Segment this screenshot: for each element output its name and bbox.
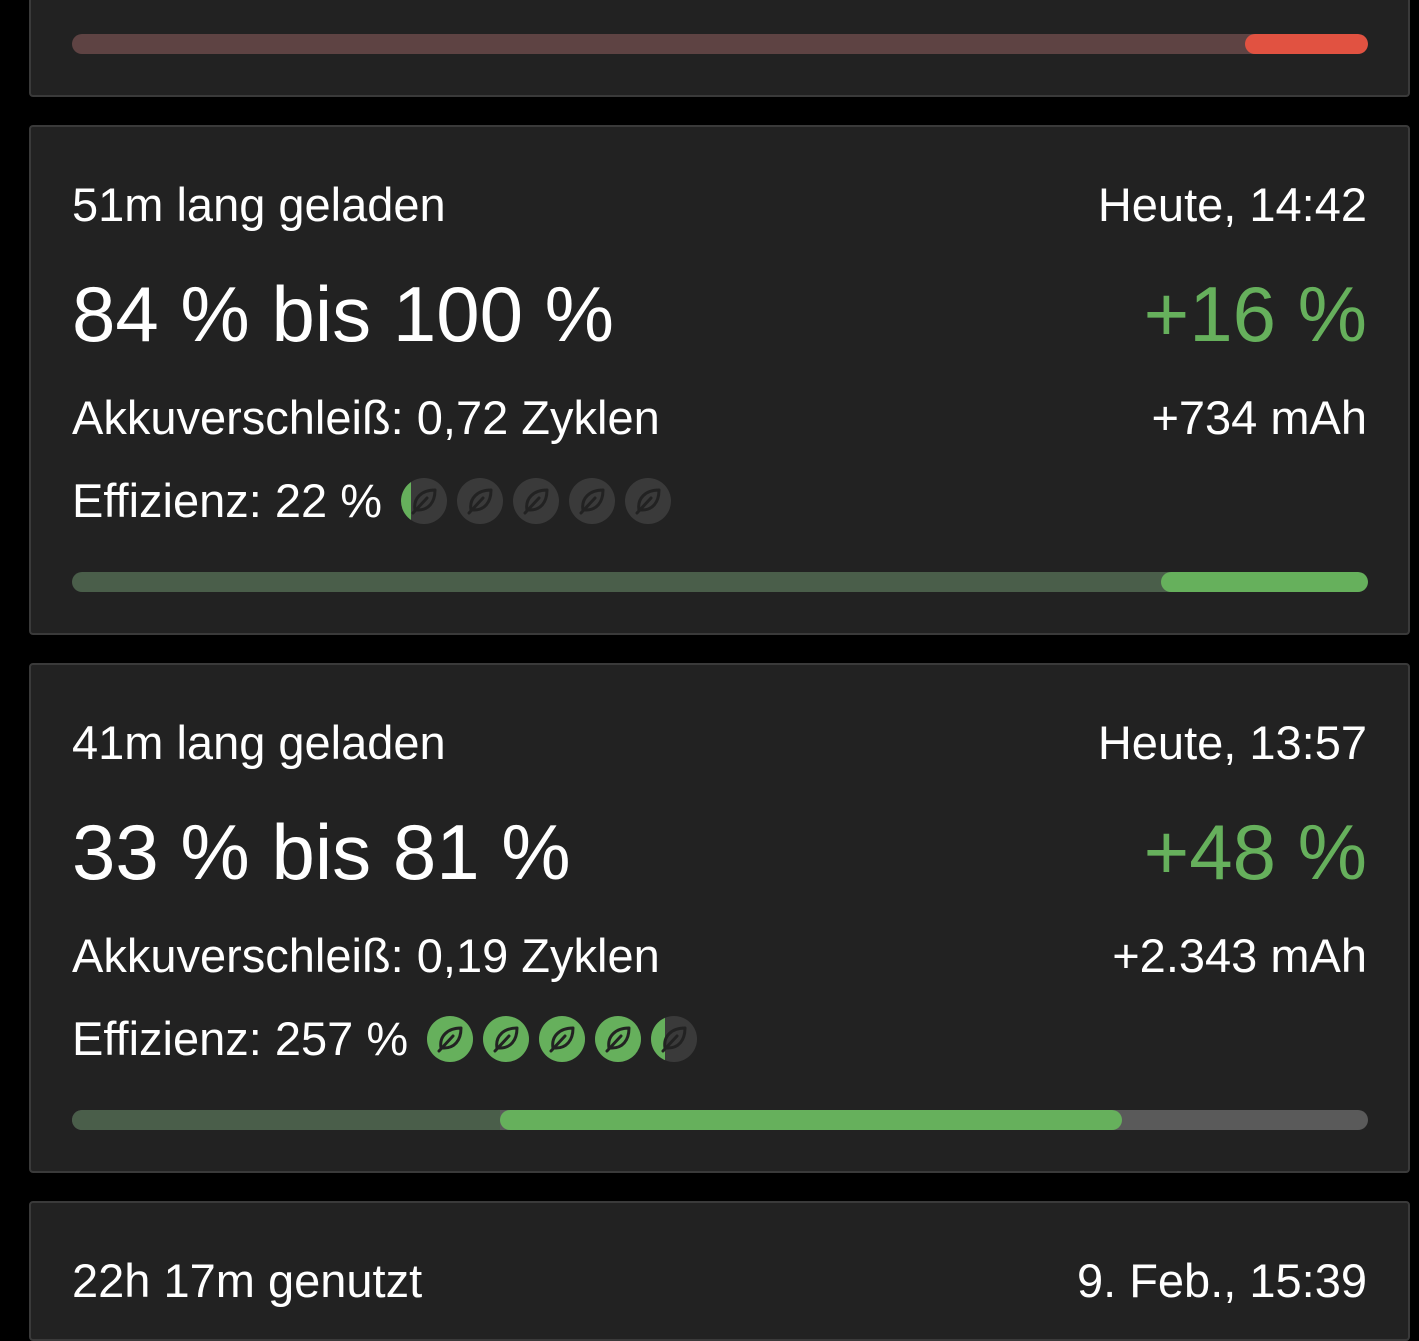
efficiency-label: Effizienz: 22 %: [72, 474, 383, 527]
card-header-row: 22h 17m genutzt 9. Feb., 15:39: [72, 1253, 1367, 1309]
leaf-icon: [427, 1016, 474, 1062]
charge-capacity: +2.343 mAh: [1112, 929, 1367, 982]
card-wear-row: Akkuverschleiß: 0,72 Zyklen +734 mAh: [72, 390, 1367, 446]
usage-duration: 22h 17m genutzt: [72, 1254, 423, 1307]
charge-duration: 51m lang geladen: [72, 178, 446, 231]
charge-bar-fill: [1160, 572, 1368, 592]
battery-wear: Akkuverschleiß: 0,72 Zyklen: [72, 391, 660, 444]
charge-capacity: +734 mAh: [1151, 391, 1367, 444]
card-wear-row: Akkuverschleiß: 0,19 Zyklen +2.343 mAh: [72, 928, 1367, 984]
charge-time: Heute, 14:42: [1097, 178, 1367, 231]
charge-range: 84 % bis 100 %: [72, 270, 615, 358]
charge-duration: 41m lang geladen: [72, 716, 446, 769]
card-header-row: 41m lang geladen Heute, 13:57: [72, 715, 1367, 771]
leaf-icon: [513, 478, 560, 524]
leaf-icon: [483, 1016, 530, 1062]
history-card-usage[interactable]: 22h 17m genutzt 9. Feb., 15:39: [29, 1201, 1410, 1341]
discharge-bar-highlight: [1244, 34, 1368, 54]
leaf-icon: [569, 478, 616, 524]
efficiency-row: Effizienz: 22 %: [72, 473, 672, 529]
charge-bar-before: [72, 1110, 500, 1130]
charge-delta: +16 %: [1143, 270, 1367, 358]
usage-time: 9. Feb., 15:39: [1076, 1254, 1367, 1307]
card-range-row: 84 % bis 100 % +16 %: [72, 269, 1367, 359]
charge-bar: [72, 1110, 1368, 1130]
card-header-row: 51m lang geladen Heute, 14:42: [72, 177, 1367, 233]
card-range-row: 33 % bis 81 % +48 %: [72, 807, 1367, 897]
efficiency-row: Effizienz: 257 %: [72, 1011, 698, 1067]
battery-wear: Akkuverschleiß: 0,19 Zyklen: [72, 929, 660, 982]
charge-bar-fill: [499, 1110, 1122, 1130]
leaf-icon: [401, 478, 448, 524]
leaf-icon: [651, 1016, 698, 1062]
efficiency-label: Effizienz: 257 %: [72, 1012, 409, 1065]
history-card-discharge-top[interactable]: [29, 0, 1410, 97]
discharge-bar: [72, 34, 1368, 54]
charge-bar: [72, 572, 1368, 592]
leaf-icon: [457, 478, 504, 524]
charge-delta: +48 %: [1143, 808, 1367, 896]
efficiency-leaves: [400, 477, 672, 525]
efficiency-leaves: [426, 1015, 698, 1063]
history-card-charge-2[interactable]: 41m lang geladen Heute, 13:57 33 % bis 8…: [29, 663, 1410, 1173]
leaf-icon: [625, 478, 672, 524]
leaf-icon: [539, 1016, 586, 1062]
history-card-charge-1[interactable]: 51m lang geladen Heute, 14:42 84 % bis 1…: [29, 125, 1410, 635]
charge-range: 33 % bis 81 %: [72, 808, 571, 896]
leaf-icon: [595, 1016, 642, 1062]
charge-time: Heute, 13:57: [1097, 716, 1367, 769]
